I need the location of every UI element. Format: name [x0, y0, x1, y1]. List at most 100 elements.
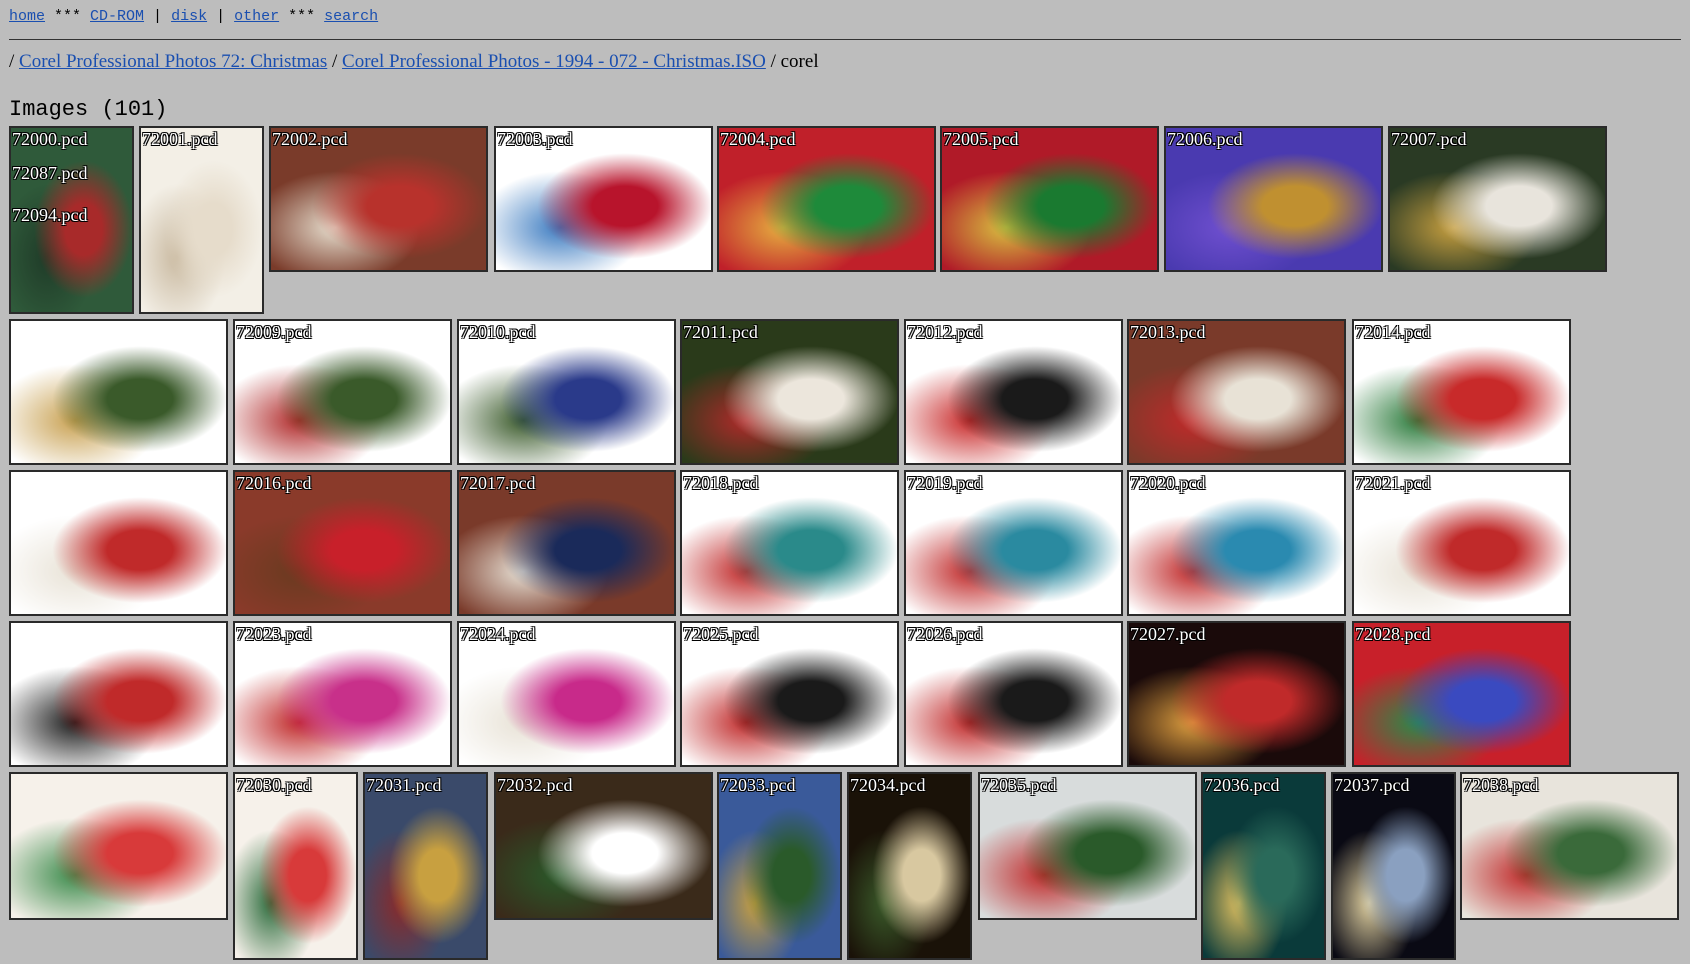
- thumbnail-image: [1129, 321, 1344, 463]
- thumbnail-filename-label: 72001.pcd: [142, 129, 218, 149]
- thumbnail-image: [141, 128, 262, 312]
- thumbnail-link[interactable]: 72037.pcd: [1331, 772, 1456, 960]
- thumbnail-link[interactable]: 72005.pcd: [940, 126, 1159, 272]
- thumbnail-filename-label: 72038.pcd: [1463, 775, 1539, 795]
- thumbnail-image: [1390, 128, 1605, 270]
- thumbnail-link[interactable]: 72006.pcd: [1164, 126, 1383, 272]
- thumbnail-filename-label: 72036.pcd: [1204, 775, 1280, 795]
- thumbnail-link[interactable]: 72012.pcd: [904, 319, 1123, 465]
- thumbnail-filename-label: 72013.pcd: [1130, 322, 1206, 342]
- thumbnail-link[interactable]: [9, 319, 228, 465]
- thumbnail-link[interactable]: 72030.pcd: [233, 772, 358, 960]
- thumbnail-image: [271, 128, 486, 270]
- thumbnail-filename-label: 72030.pcd: [236, 775, 312, 795]
- thumbnail-filename-label: 72027.pcd: [1130, 624, 1206, 644]
- thumbnail-link[interactable]: 72023.pcd: [233, 621, 452, 767]
- nav-other-link[interactable]: other: [234, 8, 279, 25]
- nav-separator: |: [207, 8, 235, 25]
- thumbnail-link[interactable]: [9, 621, 228, 767]
- nav-search-link[interactable]: search: [324, 8, 378, 25]
- thumbnail-image: [719, 774, 840, 958]
- thumbnail-link[interactable]: 72017.pcd: [457, 470, 676, 616]
- thumbnail-filename-label: 72019.pcd: [907, 473, 983, 493]
- thumbnail-filename-label: 72017.pcd: [460, 473, 536, 493]
- thumbnail-image: [682, 321, 897, 463]
- thumbnail-link[interactable]: 72036.pcd: [1201, 772, 1326, 960]
- thumbnail-link[interactable]: 72027.pcd: [1127, 621, 1346, 767]
- thumbnail-link[interactable]: 72033.pcd: [717, 772, 842, 960]
- thumbnail-image: [459, 472, 674, 614]
- top-nav: home *** CD-ROM | disk | other *** searc…: [9, 8, 378, 25]
- thumbnail-link[interactable]: 72018.pcd: [680, 470, 899, 616]
- thumbnail-link[interactable]: 72020.pcd: [1127, 470, 1346, 616]
- thumbnail-link[interactable]: 72010.pcd: [457, 319, 676, 465]
- thumbnail-link[interactable]: 72025.pcd: [680, 621, 899, 767]
- thumbnail-filename-label: 72026.pcd: [907, 624, 983, 644]
- thumbnail-image: [235, 321, 450, 463]
- thumbnail-link[interactable]: 72004.pcd: [717, 126, 936, 272]
- thumbnail-link[interactable]: 72032.pcd: [494, 772, 713, 920]
- thumbnail-filename-label: 72020.pcd: [1130, 473, 1206, 493]
- thumbnail-filename-label: 72035.pcd: [981, 775, 1057, 795]
- thumbnail-image: [1129, 623, 1344, 765]
- images-heading: Images (101): [9, 97, 168, 122]
- thumbnail-link[interactable]: 72013.pcd: [1127, 319, 1346, 465]
- nav-separator: ***: [279, 8, 325, 25]
- thumbnail-image: [459, 623, 674, 765]
- thumbnail-link[interactable]: 72024.pcd: [457, 621, 676, 767]
- breadcrumb-iso-link[interactable]: Corel Professional Photos - 1994 - 072 -…: [342, 51, 766, 72]
- thumbnail-link[interactable]: 72000.pcd 72087.pcd 72094.pcd: [9, 126, 134, 314]
- thumbnail-image: [11, 623, 226, 765]
- thumbnail-link[interactable]: 72009.pcd: [233, 319, 452, 465]
- thumbnail-image: [235, 623, 450, 765]
- thumbnail-image: [11, 472, 226, 614]
- thumbnail-filename-label: 72034.pcd: [850, 775, 926, 795]
- thumbnail-link[interactable]: 72021.pcd: [1352, 470, 1571, 616]
- thumbnail-link[interactable]: 72028.pcd: [1352, 621, 1571, 767]
- thumbnail-link[interactable]: 72001.pcd: [139, 126, 264, 314]
- thumbnail-image: [11, 774, 226, 918]
- thumbnail-link[interactable]: 72031.pcd: [363, 772, 488, 960]
- thumbnail-filename-label: 72087.pcd: [12, 163, 88, 183]
- thumbnail-link[interactable]: [9, 470, 228, 616]
- thumbnail-link[interactable]: 72016.pcd: [233, 470, 452, 616]
- thumbnail-filename-label: 72023.pcd: [236, 624, 312, 644]
- thumbnail-link[interactable]: 72014.pcd: [1352, 319, 1571, 465]
- thumbnail-link[interactable]: 72035.pcd: [978, 772, 1197, 920]
- nav-cdrom-link[interactable]: CD-ROM: [90, 8, 144, 25]
- thumbnail-link[interactable]: 72038.pcd: [1460, 772, 1679, 920]
- nav-home-link[interactable]: home: [9, 8, 45, 25]
- thumbnail-image: [1354, 321, 1569, 463]
- thumbnail-image: [906, 472, 1121, 614]
- thumbnail-link[interactable]: 72034.pcd: [847, 772, 972, 960]
- breadcrumb-collection-link[interactable]: Corel Professional Photos 72: Christmas: [19, 51, 327, 72]
- thumbnail-image: [11, 321, 226, 463]
- thumbnail-image: [906, 321, 1121, 463]
- thumbnail-link[interactable]: 72003.pcd: [494, 126, 713, 272]
- thumbnail-image: [459, 321, 674, 463]
- thumbnail-filename-label: 72033.pcd: [720, 775, 796, 795]
- thumbnail-filename-label: 72018.pcd: [683, 473, 759, 493]
- thumbnail-image: [682, 472, 897, 614]
- thumbnail-filename-label: 72009.pcd: [236, 322, 312, 342]
- thumbnail-link[interactable]: 72026.pcd: [904, 621, 1123, 767]
- thumbnail-image: [1203, 774, 1324, 958]
- thumbnail-image: [496, 128, 711, 270]
- thumbnail-filename-label: 72016.pcd: [236, 473, 312, 493]
- thumbnail-filename-label: 72024.pcd: [460, 624, 536, 644]
- thumbnail-link[interactable]: 72002.pcd: [269, 126, 488, 272]
- thumbnail-link[interactable]: 72019.pcd: [904, 470, 1123, 616]
- thumbnail-link[interactable]: 72011.pcd: [680, 319, 899, 465]
- thumbnail-link[interactable]: [9, 772, 228, 920]
- thumbnail-image: [1129, 472, 1344, 614]
- nav-disk-link[interactable]: disk: [171, 8, 207, 25]
- thumbnail-filename-label: 72006.pcd: [1167, 129, 1243, 149]
- thumbnail-image: [682, 623, 897, 765]
- thumbnail-filename-label: 72094.pcd: [12, 205, 88, 225]
- thumbnail-filename-label: 72025.pcd: [683, 624, 759, 644]
- thumbnail-image: [719, 128, 934, 270]
- thumbnail-filename-label: 72004.pcd: [720, 129, 796, 149]
- thumbnail-link[interactable]: 72007.pcd: [1388, 126, 1607, 272]
- thumbnail-image: [906, 623, 1121, 765]
- thumbnail-filename-label: 72003.pcd: [497, 129, 573, 149]
